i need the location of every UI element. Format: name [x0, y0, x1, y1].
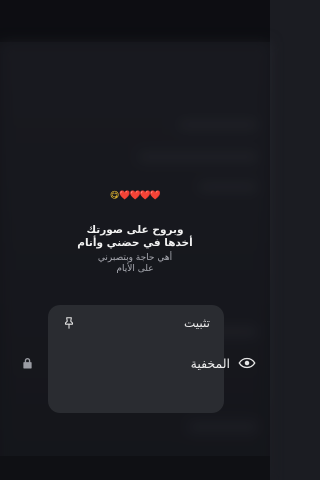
hidden-chats-label: المخفية	[190, 355, 230, 371]
hearts-emoji: ❤️❤️❤️❤️	[119, 191, 161, 201]
hidden-chats-row[interactable]: المخفية	[0, 345, 270, 381]
eye-icon	[238, 354, 256, 372]
smile-emoji: 😋	[109, 191, 120, 201]
lock-icon	[18, 354, 36, 372]
pin-label: تثبيت	[184, 316, 210, 330]
pin-icon	[60, 314, 78, 332]
message-preview: ❤️❤️❤️❤️😋 وبروح على صورتك أخدها في حضني …	[0, 190, 270, 275]
pin-menu-item[interactable]: تثبيت	[48, 305, 224, 341]
message-line: أخدها في حضني وأنام	[77, 237, 193, 249]
message-subline: على الأيام	[116, 264, 154, 274]
message-line: وبروح على صورتك	[86, 224, 184, 236]
emoji-row: ❤️❤️❤️❤️😋	[0, 190, 270, 202]
bottom-bar	[0, 456, 270, 480]
message-subline: أهي حاجة وبتصبرني	[97, 253, 173, 263]
